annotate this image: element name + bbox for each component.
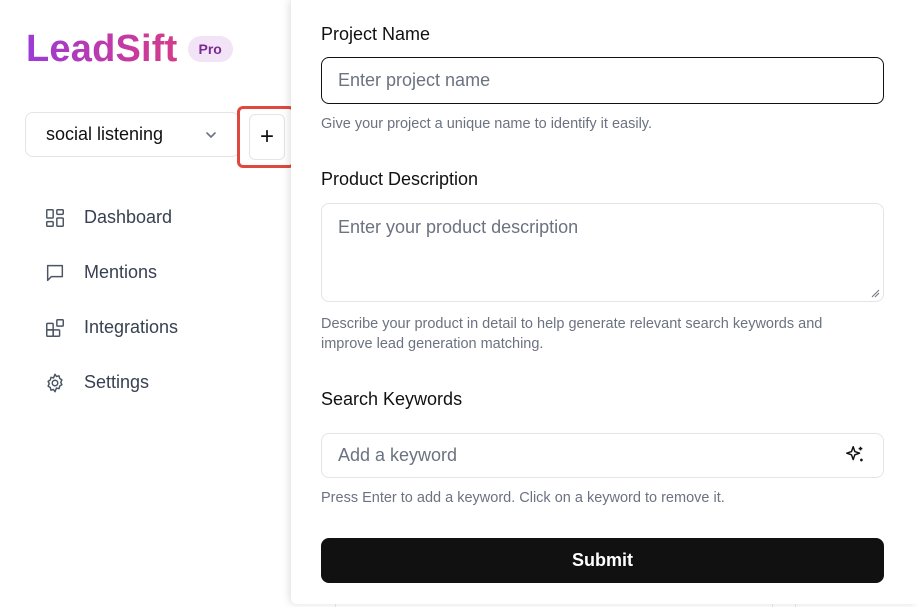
gear-icon: [47, 373, 63, 392]
keyword-input[interactable]: [321, 433, 884, 478]
resize-grip-icon[interactable]: [871, 289, 880, 298]
product-description-help: Describe your product in detail to help …: [321, 316, 823, 352]
project-name-help: Give your project a unique name to ident…: [321, 116, 652, 132]
create-project-panel: Project Name Give your project a unique …: [291, 0, 917, 604]
search-keywords-help: Press Enter to add a keyword. Click on a…: [321, 490, 725, 506]
sparkle-icon[interactable]: [844, 444, 866, 466]
add-project-highlight: +: [237, 106, 295, 168]
plus-icon: +: [259, 123, 274, 150]
add-project-button[interactable]: +: [249, 114, 285, 160]
search-keywords-label: Search Keywords: [321, 389, 463, 409]
sidebar-item-mentions[interactable]: Mentions: [44, 245, 178, 300]
brand-name: LeadSift: [26, 28, 178, 70]
sidebar-item-label: Integrations: [84, 317, 179, 337]
project-select-value: social listening: [46, 124, 164, 144]
chevron-down-icon: [206, 131, 216, 138]
keyword-input-wrap: [321, 433, 884, 478]
product-description-label: Product Description: [321, 169, 479, 189]
sidebar-item-integrations[interactable]: Integrations: [44, 300, 178, 355]
dashboard-icon: [46, 208, 64, 227]
sidebar-item-label: Dashboard: [84, 207, 173, 227]
submit-button[interactable]: Submit: [321, 538, 884, 583]
project-name-label: Project Name: [321, 24, 431, 44]
pro-badge: Pro: [187, 36, 233, 62]
project-name-input[interactable]: [321, 57, 884, 104]
integrations-icon: [46, 318, 64, 337]
sidebar-item-label: Mentions: [84, 262, 158, 282]
app-root: LeadSift Pro social listening + Dashboar…: [0, 0, 917, 607]
logo[interactable]: LeadSift Pro: [26, 28, 233, 70]
product-description-textarea[interactable]: [321, 203, 884, 302]
sidebar-item-dashboard[interactable]: Dashboard: [44, 190, 178, 245]
sidebar: LeadSift Pro social listening + Dashboar…: [0, 0, 300, 607]
sidebar-item-settings[interactable]: Settings: [44, 355, 178, 410]
sidebar-item-label: Settings: [84, 372, 150, 392]
project-select[interactable]: social listening: [25, 112, 240, 157]
message-icon: [46, 264, 64, 281]
product-description-wrap: [321, 203, 884, 302]
sidebar-nav: Dashboard Mentions Integrations Settings: [44, 190, 178, 410]
